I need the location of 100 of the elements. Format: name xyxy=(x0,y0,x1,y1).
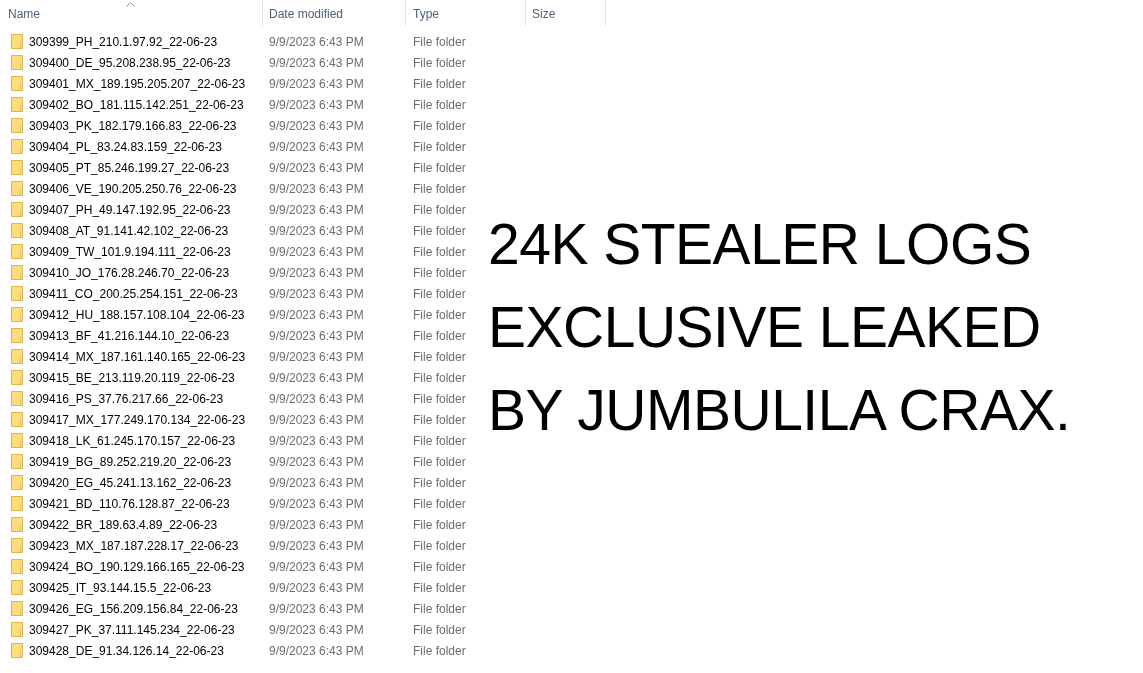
folder-name[interactable]: 309426_EG_156.209.156.84_22-06-23 xyxy=(29,601,238,616)
date-modified-text: 9/9/2023 6:43 PM xyxy=(269,118,364,133)
folder-name[interactable]: 309428_DE_91.34.126.14_22-06-23 xyxy=(29,643,224,658)
folder-name[interactable]: 309411_CO_200.25.254.151_22-06-23 xyxy=(29,286,238,301)
file-type-text: File folder xyxy=(413,160,466,175)
folder-name[interactable]: 309413_BF_41.216.144.10_22-06-23 xyxy=(29,328,230,343)
folder-name[interactable]: 309425_IT_93.144.15.5_22-06-23 xyxy=(29,580,212,595)
folder-icon xyxy=(11,160,23,175)
date-modified-text: 9/9/2023 6:43 PM xyxy=(269,601,364,616)
folder-icon xyxy=(11,391,23,406)
folder-name[interactable]: 309407_PH_49.147.192.95_22-06-23 xyxy=(29,202,231,217)
folder-icon xyxy=(11,244,23,259)
folder-icon xyxy=(11,454,23,469)
file-type-text: File folder xyxy=(413,34,466,49)
date-modified-text: 9/9/2023 6:43 PM xyxy=(269,181,364,196)
date-modified-text: 9/9/2023 6:43 PM xyxy=(269,244,364,259)
folder-icon xyxy=(11,286,23,301)
folder-icon xyxy=(11,412,23,427)
folder-name[interactable]: 309427_PK_37.111.145.234_22-06-23 xyxy=(29,622,235,637)
file-type-text: File folder xyxy=(413,391,466,406)
date-modified-text: 9/9/2023 6:43 PM xyxy=(269,370,364,385)
file-type-text: File folder xyxy=(413,517,466,532)
file-type-text: File folder xyxy=(413,181,466,196)
date-modified-text: 9/9/2023 6:43 PM xyxy=(269,307,364,322)
date-modified-text: 9/9/2023 6:43 PM xyxy=(269,139,364,154)
file-type-text: File folder xyxy=(413,370,466,385)
folder-name[interactable]: 309402_BO_181.115.142.251_22-06-23 xyxy=(29,97,244,112)
overlay-caption: 24K STEALER LOGS EXCLUSIVE LEAKED BY JUMBULILA CRAX. xyxy=(488,211,1071,444)
folder-name[interactable]: 309409_TW_101.9.194.111_22-06-23 xyxy=(29,244,231,259)
file-type-text: File folder xyxy=(413,328,466,343)
folder-icon xyxy=(11,580,23,595)
folder-name[interactable]: 309400_DE_95.208.238.95_22-06-23 xyxy=(29,55,231,70)
date-modified-text: 9/9/2023 6:43 PM xyxy=(269,643,364,658)
column-header[interactable]: Size xyxy=(526,0,606,26)
file-type-text: File folder xyxy=(413,349,466,364)
date-modified-text: 9/9/2023 6:43 PM xyxy=(269,160,364,175)
file-type-text: File folder xyxy=(413,55,466,70)
date-modified-text: 9/9/2023 6:43 PM xyxy=(269,76,364,91)
folder-icon xyxy=(11,265,23,280)
file-type-text: File folder xyxy=(413,76,466,91)
folder-name[interactable]: 309418_LK_61.245.170.157_22-06-23 xyxy=(29,433,236,448)
folder-name[interactable]: 309404_PL_83.24.83.159_22-06-23 xyxy=(29,139,222,154)
folder-icon xyxy=(11,559,23,574)
folder-name[interactable]: 309422_BR_189.63.4.89_22-06-23 xyxy=(29,517,218,532)
date-modified-text: 9/9/2023 6:43 PM xyxy=(269,34,364,49)
date-modified-text: 9/9/2023 6:43 PM xyxy=(269,97,364,112)
folder-icon xyxy=(11,139,23,154)
folder-name[interactable]: 309420_EG_45.241.13.162_22-06-23 xyxy=(29,475,232,490)
file-type-text: File folder xyxy=(413,496,466,511)
folder-name[interactable]: 309405_PT_85.246.199.27_22-06-23 xyxy=(29,160,230,175)
date-modified-text: 9/9/2023 6:43 PM xyxy=(269,223,364,238)
date-modified-text: 9/9/2023 6:43 PM xyxy=(269,580,364,595)
folder-name[interactable]: 309424_BO_190.129.166.165_22-06-23 xyxy=(29,559,245,574)
column-header[interactable]: Type xyxy=(406,0,526,26)
folder-name[interactable]: 309415_BE_213.119.20.119_22-06-23 xyxy=(29,370,235,385)
column-header[interactable]: Name xyxy=(0,0,263,26)
file-type-text: File folder xyxy=(413,265,466,280)
folder-icon xyxy=(11,349,23,364)
folder-name[interactable]: 309408_AT_91.141.42.102_22-06-23 xyxy=(29,223,229,238)
file-type-text: File folder xyxy=(413,202,466,217)
folder-icon xyxy=(11,223,23,238)
date-modified-text: 9/9/2023 6:43 PM xyxy=(269,391,364,406)
folder-icon xyxy=(11,496,23,511)
date-modified-text: 9/9/2023 6:43 PM xyxy=(269,55,364,70)
date-modified-text: 9/9/2023 6:43 PM xyxy=(269,496,364,511)
date-modified-text: 9/9/2023 6:43 PM xyxy=(269,349,364,364)
file-type-text: File folder xyxy=(413,475,466,490)
file-type-text: File folder xyxy=(413,559,466,574)
date-modified-text: 9/9/2023 6:43 PM xyxy=(269,559,364,574)
file-type-text: File folder xyxy=(413,223,466,238)
folder-name[interactable]: 309423_MX_187.187.228.17_22-06-23 xyxy=(29,538,239,553)
folder-name[interactable]: 309421_BD_110.76.128.87_22-06-23 xyxy=(29,496,230,511)
folder-name[interactable]: 309403_PK_182.179.166.83_22-06-23 xyxy=(29,118,237,133)
date-modified-text: 9/9/2023 6:43 PM xyxy=(269,622,364,637)
file-type-text: File folder xyxy=(413,601,466,616)
file-type-text: File folder xyxy=(413,622,466,637)
folder-name[interactable]: 309399_PH_210.1.97.92_22-06-23 xyxy=(29,34,218,49)
folder-name[interactable]: 309410_JO_176.28.246.70_22-06-23 xyxy=(29,265,230,280)
folder-icon xyxy=(11,643,23,658)
file-type-text: File folder xyxy=(413,580,466,595)
date-modified-text: 9/9/2023 6:43 PM xyxy=(269,412,364,427)
file-type-text: File folder xyxy=(413,118,466,133)
folder-name[interactable]: 309417_MX_177.249.170.134_22-06-23 xyxy=(29,412,246,427)
folder-icon xyxy=(11,97,23,112)
date-modified-text: 9/9/2023 6:43 PM xyxy=(269,328,364,343)
folder-name[interactable]: 309414_MX_187.161.140.165_22-06-23 xyxy=(29,349,246,364)
folder-name[interactable]: 309406_VE_190.205.250.76_22-06-23 xyxy=(29,181,237,196)
folder-name[interactable]: 309419_BG_89.252.219.20_22-06-23 xyxy=(29,454,232,469)
folder-icon xyxy=(11,475,23,490)
column-header[interactable]: Date modified xyxy=(263,0,406,26)
folder-name[interactable]: 309412_HU_188.157.108.104_22-06-23 xyxy=(29,307,245,322)
date-modified-text: 9/9/2023 6:43 PM xyxy=(269,433,364,448)
date-modified-text: 9/9/2023 6:43 PM xyxy=(269,475,364,490)
folder-name[interactable]: 309416_PS_37.76.217.66_22-06-23 xyxy=(29,391,224,406)
file-type-text: File folder xyxy=(413,139,466,154)
folder-icon xyxy=(11,433,23,448)
folder-icon xyxy=(11,118,23,133)
file-type-text: File folder xyxy=(413,643,466,658)
folder-icon xyxy=(11,370,23,385)
folder-name[interactable]: 309401_MX_189.195.205.207_22-06-23 xyxy=(29,76,246,91)
